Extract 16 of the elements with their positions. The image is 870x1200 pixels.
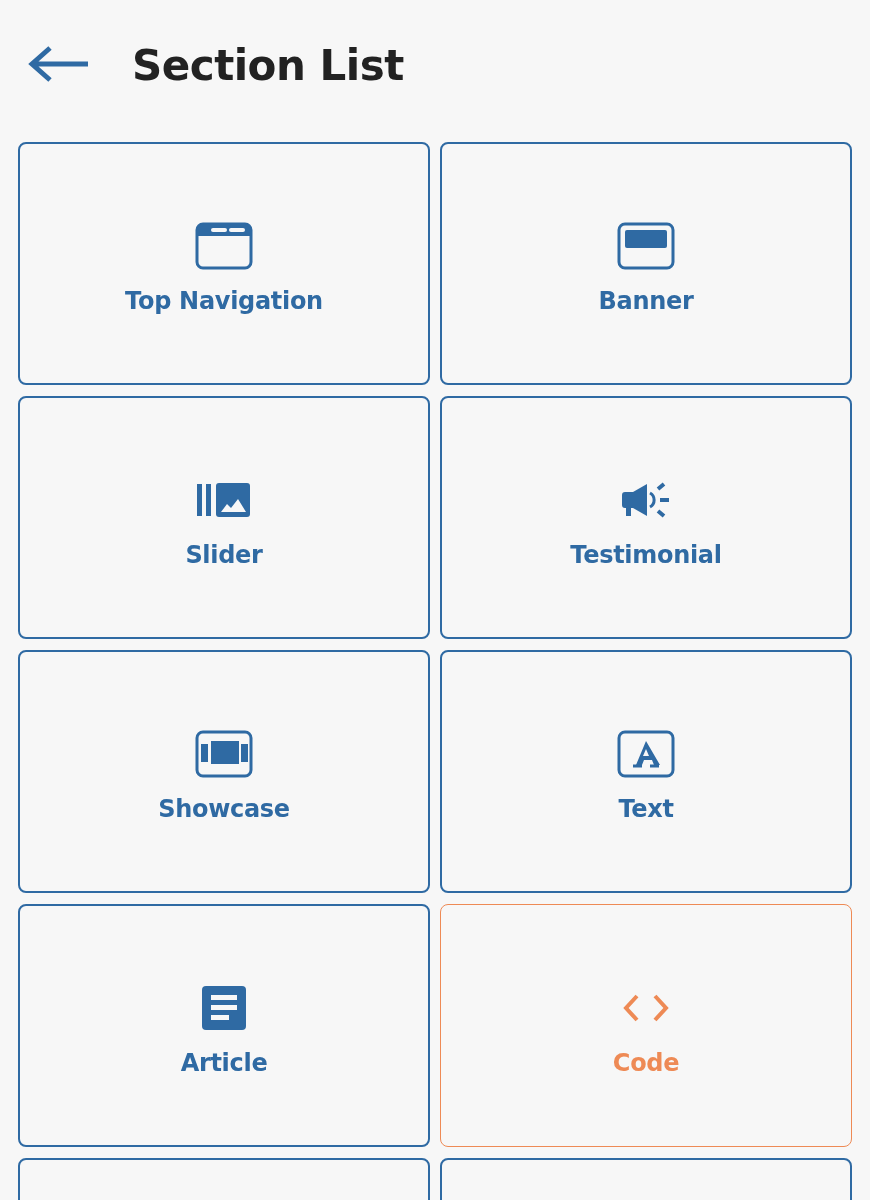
section-card[interactable]: Article bbox=[18, 904, 430, 1147]
section-card[interactable]: Slider bbox=[18, 396, 430, 639]
image-slider-icon bbox=[197, 482, 251, 517]
section-card[interactable]: Testimonial bbox=[440, 396, 852, 639]
section-card[interactable]: Banner bbox=[440, 142, 852, 385]
showcase-icon bbox=[195, 729, 253, 778]
megaphone-icon bbox=[622, 480, 670, 519]
section-card[interactable]: Top Navigation bbox=[18, 142, 430, 385]
document-icon bbox=[202, 985, 246, 1030]
browser-window-icon bbox=[195, 221, 253, 270]
letter-a-icon bbox=[617, 729, 675, 778]
code-icon bbox=[622, 992, 670, 1023]
section-card[interactable]: Showcase bbox=[18, 650, 430, 893]
page-title: Section List bbox=[132, 40, 404, 90]
section-card[interactable]: Text bbox=[440, 650, 852, 893]
banner-icon bbox=[617, 221, 675, 270]
